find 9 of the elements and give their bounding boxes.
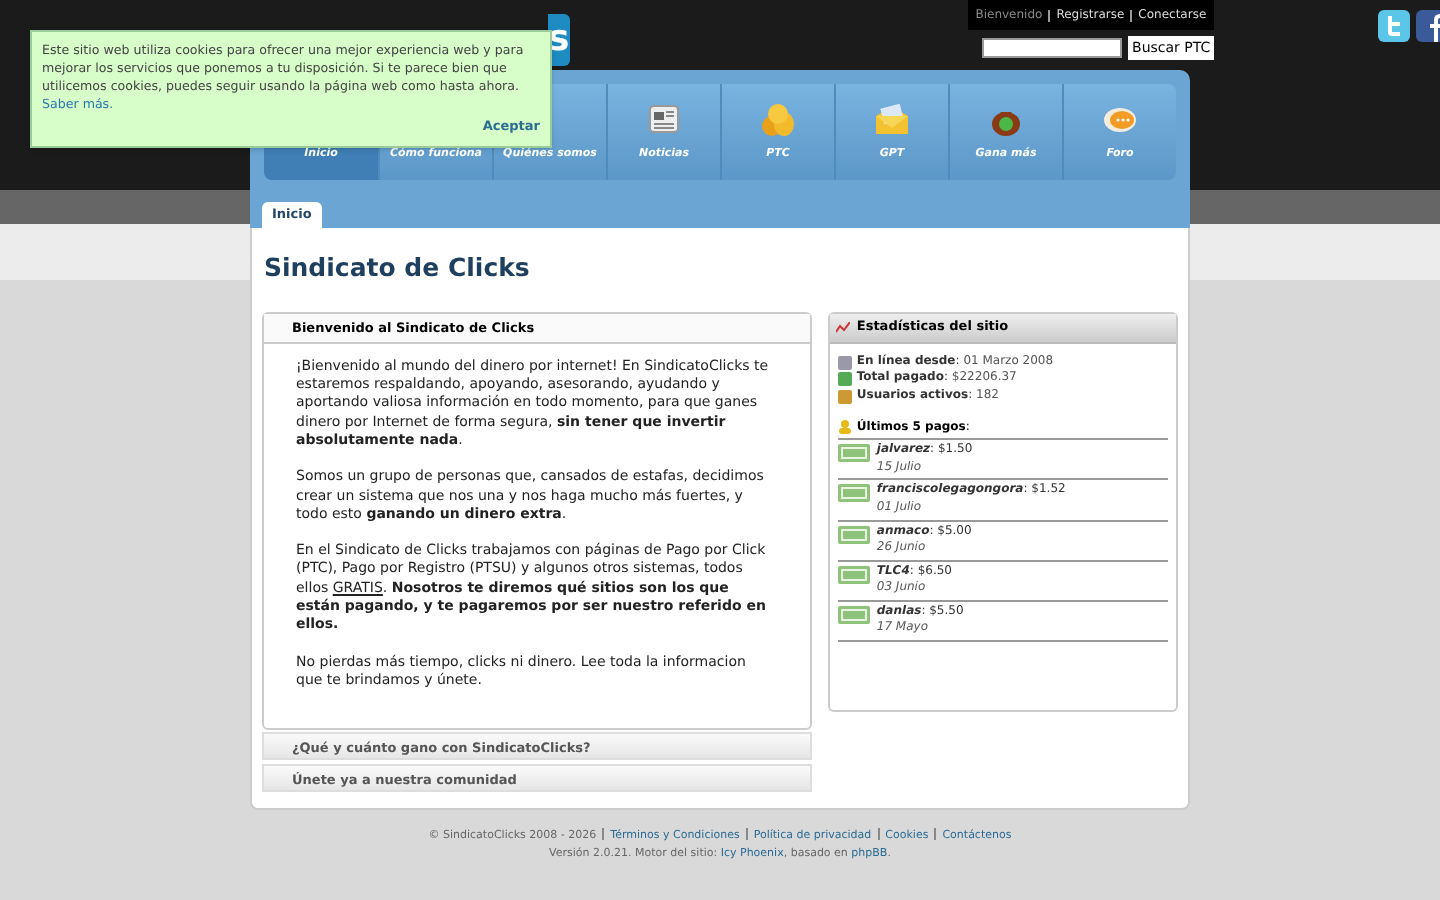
envelope-icon[interactable] — [874, 101, 910, 138]
facebook-icon[interactable] — [1416, 10, 1440, 42]
twitter-icon[interactable] — [1378, 10, 1411, 42]
newspaper-icon[interactable] — [646, 101, 682, 138]
coins-icon[interactable] — [760, 101, 796, 138]
page-title: Sindicato de Clicks — [264, 250, 532, 286]
search-field[interactable] — [982, 38, 1123, 58]
chart-line-icon — [836, 321, 851, 334]
people-icon — [838, 420, 853, 435]
